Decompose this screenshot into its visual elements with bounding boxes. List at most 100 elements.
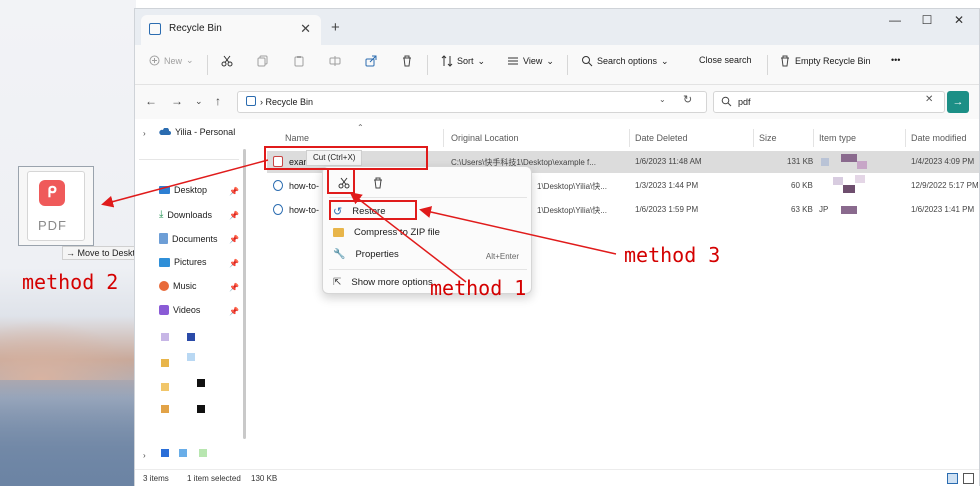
blurred-drive-icon	[161, 449, 169, 457]
chevron-down-icon: ⌄	[661, 55, 669, 66]
recycle-bin-icon	[149, 23, 161, 35]
highlight-cut-icon	[327, 168, 355, 194]
sidebar-item-onedrive[interactable]: Yilia - Personal	[159, 127, 235, 137]
view-button[interactable]: View ⌄	[507, 55, 554, 67]
more-icon: •••	[891, 55, 901, 65]
pin-icon: 📌	[229, 187, 239, 196]
toolbar-divider	[427, 55, 428, 75]
details-view-icon[interactable]	[947, 473, 958, 484]
file-date-deleted: 1/6/2023 11:48 AM	[635, 157, 702, 166]
blurred-folder-icon	[161, 359, 169, 367]
recent-locations-chevron-icon[interactable]: ⌄	[195, 96, 203, 107]
toolbar-divider	[567, 55, 568, 75]
download-icon: ⤓	[159, 209, 164, 220]
highlight-cut-tooltip	[264, 146, 428, 170]
menu-item-label: Properties	[355, 249, 399, 260]
copy-button[interactable]	[257, 55, 269, 67]
sidebar-item-downloads[interactable]: ⤓ Downloads	[159, 209, 212, 220]
forward-button[interactable]: →	[171, 94, 183, 108]
wallpaper-dune	[0, 320, 136, 380]
sidebar-divider	[139, 159, 239, 160]
column-header-date-deleted[interactable]: Date Deleted	[635, 133, 688, 143]
close-search-button[interactable]: Close search	[699, 55, 752, 65]
context-delete-button[interactable]	[367, 173, 389, 193]
cloud-icon	[159, 128, 171, 135]
chevron-down-icon: ⌄	[477, 55, 486, 66]
close-button[interactable]: ✕	[947, 13, 971, 27]
up-button[interactable]: ↑	[215, 94, 221, 108]
minimize-button[interactable]: —	[883, 13, 907, 27]
new-label: New	[164, 55, 183, 66]
sort-button[interactable]: Sort ⌄	[441, 55, 485, 67]
paste-button[interactable]	[293, 55, 305, 67]
recycle-bin-icon	[246, 96, 256, 106]
address-field[interactable]: › Recycle Bin	[237, 91, 707, 113]
pin-icon: 📌	[229, 211, 239, 220]
column-header-item-type[interactable]: Item type	[819, 133, 856, 143]
navigation-pane: › Yilia - Personal Desktop 📌 ⤓ Downloads…	[135, 119, 246, 469]
share-button[interactable]	[365, 55, 377, 67]
status-selected: 1 item selected	[187, 474, 241, 483]
sidebar-item-label: Yilia - Personal	[175, 127, 236, 137]
blurred-drive-icon	[179, 449, 187, 457]
close-search-label: Close search	[699, 55, 752, 65]
maximize-button[interactable]: ☐	[915, 13, 939, 27]
tiles-view-icon[interactable]	[963, 473, 974, 484]
column-header-original-location[interactable]: Original Location	[451, 133, 519, 143]
sidebar-scrollbar[interactable]	[243, 149, 246, 439]
sidebar-item-label: Pictures	[174, 257, 207, 267]
search-options-button[interactable]: Search options ⌄	[581, 55, 669, 67]
address-dropdown-icon[interactable]: ⌄	[659, 95, 666, 104]
back-button[interactable]: ←	[145, 94, 157, 108]
blurred-folder-icon	[197, 379, 205, 387]
pin-icon: 📌	[229, 235, 239, 244]
column-header-date-modified[interactable]: Date modified	[911, 133, 967, 143]
menu-item-compress-zip[interactable]: Compress to ZIP file	[333, 227, 440, 238]
clear-search-icon[interactable]: ✕	[925, 94, 933, 105]
new-button[interactable]: New ⌄	[149, 55, 194, 66]
sidebar-item-videos[interactable]: Videos	[159, 305, 200, 315]
sidebar-item-pictures[interactable]: Pictures	[159, 257, 207, 267]
sidebar-item-label: Downloads	[167, 209, 212, 220]
empty-recycle-bin-button[interactable]: Empty Recycle Bin	[779, 55, 871, 67]
clipboard-icon	[294, 56, 304, 67]
file-date-deleted: 1/3/2023 1:44 PM	[635, 181, 699, 190]
column-header-name[interactable]: Name	[285, 133, 309, 143]
more-options-icon: ⇱	[333, 277, 342, 288]
more-button[interactable]: •••	[891, 55, 900, 65]
blurred-type	[833, 177, 843, 185]
sidebar-item-documents[interactable]: Documents	[159, 233, 218, 244]
pdf-file-icon: ᑭ PDF	[27, 171, 85, 241]
web-file-icon	[273, 180, 283, 191]
blurred-type	[857, 161, 867, 169]
sort-icon	[441, 55, 453, 67]
delete-button[interactable]	[401, 55, 413, 67]
new-tab-button[interactable]: +	[331, 19, 340, 36]
menu-item-properties[interactable]: 🔧 Properties	[333, 249, 399, 260]
annotation-method-1: method 1	[430, 276, 527, 300]
expand-chevron-icon[interactable]: ›	[143, 129, 146, 138]
cut-button[interactable]	[221, 55, 233, 67]
column-header-size[interactable]: Size	[759, 133, 777, 143]
blurred-folder-icon	[161, 333, 169, 341]
sidebar-item-label: Documents	[172, 233, 218, 244]
expand-chevron-icon[interactable]: ›	[143, 451, 146, 460]
toolbar-divider	[207, 55, 208, 75]
documents-icon	[159, 233, 168, 244]
rename-button[interactable]	[329, 55, 341, 67]
sort-ascending-icon: ⌃	[357, 123, 364, 132]
file-location: 1\Desktop\Yilia\快...	[537, 206, 607, 215]
menu-item-show-more[interactable]: ⇱ Show more options	[333, 277, 433, 288]
refresh-icon[interactable]: ↻	[683, 93, 692, 106]
search-go-button[interactable]: →	[947, 91, 969, 113]
search-input[interactable]: pdf	[713, 91, 945, 113]
copy-icon	[257, 55, 268, 67]
desktop-pdf-file[interactable]: ᑭ PDF	[18, 166, 94, 246]
rename-icon	[329, 56, 341, 66]
tab-recycle-bin[interactable]: Recycle Bin ✕	[141, 15, 321, 45]
sidebar-item-music[interactable]: Music	[159, 281, 197, 291]
sidebar-item-desktop[interactable]: Desktop	[159, 185, 207, 195]
blurred-folder-icon	[161, 405, 169, 413]
breadcrumb-recycle-bin[interactable]: Recycle Bin	[266, 97, 314, 107]
tab-close-icon[interactable]: ✕	[300, 21, 311, 37]
